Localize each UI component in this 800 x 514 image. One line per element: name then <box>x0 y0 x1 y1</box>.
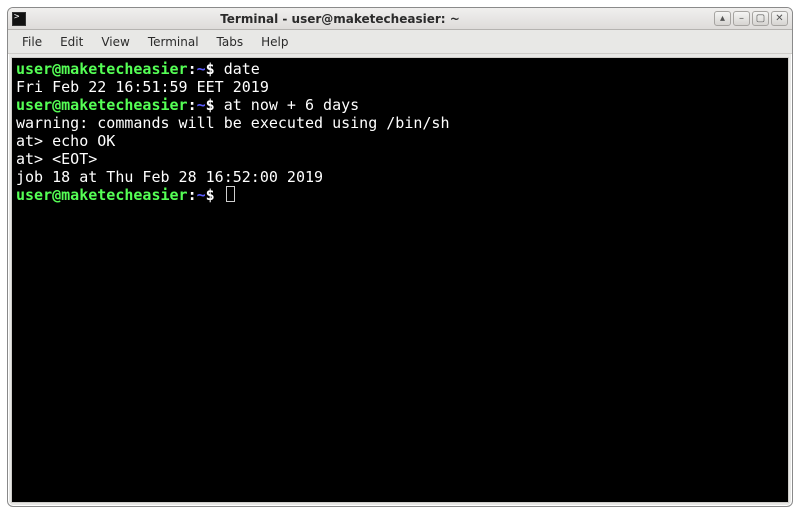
maximize-button[interactable]: ▢ <box>752 11 769 26</box>
terminal-output-line: at> <EOT> <box>16 150 784 168</box>
menu-edit[interactable]: Edit <box>52 32 91 52</box>
terminal-output-line: Fri Feb 22 16:51:59 EET 2019 <box>16 78 784 96</box>
terminal-prompt-line: user@maketecheasier:~$ date <box>16 60 784 78</box>
minimize-button[interactable]: – <box>733 11 750 26</box>
close-button[interactable]: ✕ <box>771 11 788 26</box>
terminal-icon <box>12 12 26 26</box>
window-button-group: ▴ – ▢ ✕ <box>714 11 788 26</box>
menubar: File Edit View Terminal Tabs Help <box>8 30 792 54</box>
terminal-output-line: at> echo OK <box>16 132 784 150</box>
terminal-prompt-line: user@maketecheasier:~$ <box>16 186 784 204</box>
terminal-content[interactable]: user@maketecheasier:~$ dateFri Feb 22 16… <box>11 57 789 503</box>
terminal-output-line: job 18 at Thu Feb 28 16:52:00 2019 <box>16 168 784 186</box>
titlebar[interactable]: Terminal - user@maketecheasier: ~ ▴ – ▢ … <box>8 8 792 30</box>
menu-help[interactable]: Help <box>253 32 296 52</box>
terminal-prompt-line: user@maketecheasier:~$ at now + 6 days <box>16 96 784 114</box>
window-up-button[interactable]: ▴ <box>714 11 731 26</box>
terminal-output-line: warning: commands will be executed using… <box>16 114 784 132</box>
terminal-cursor <box>226 186 235 202</box>
terminal-window: Terminal - user@maketecheasier: ~ ▴ – ▢ … <box>7 7 793 507</box>
menu-file[interactable]: File <box>14 32 50 52</box>
menu-view[interactable]: View <box>93 32 137 52</box>
window-title: Terminal - user@maketecheasier: ~ <box>7 12 710 26</box>
menu-tabs[interactable]: Tabs <box>209 32 252 52</box>
menu-terminal[interactable]: Terminal <box>140 32 207 52</box>
